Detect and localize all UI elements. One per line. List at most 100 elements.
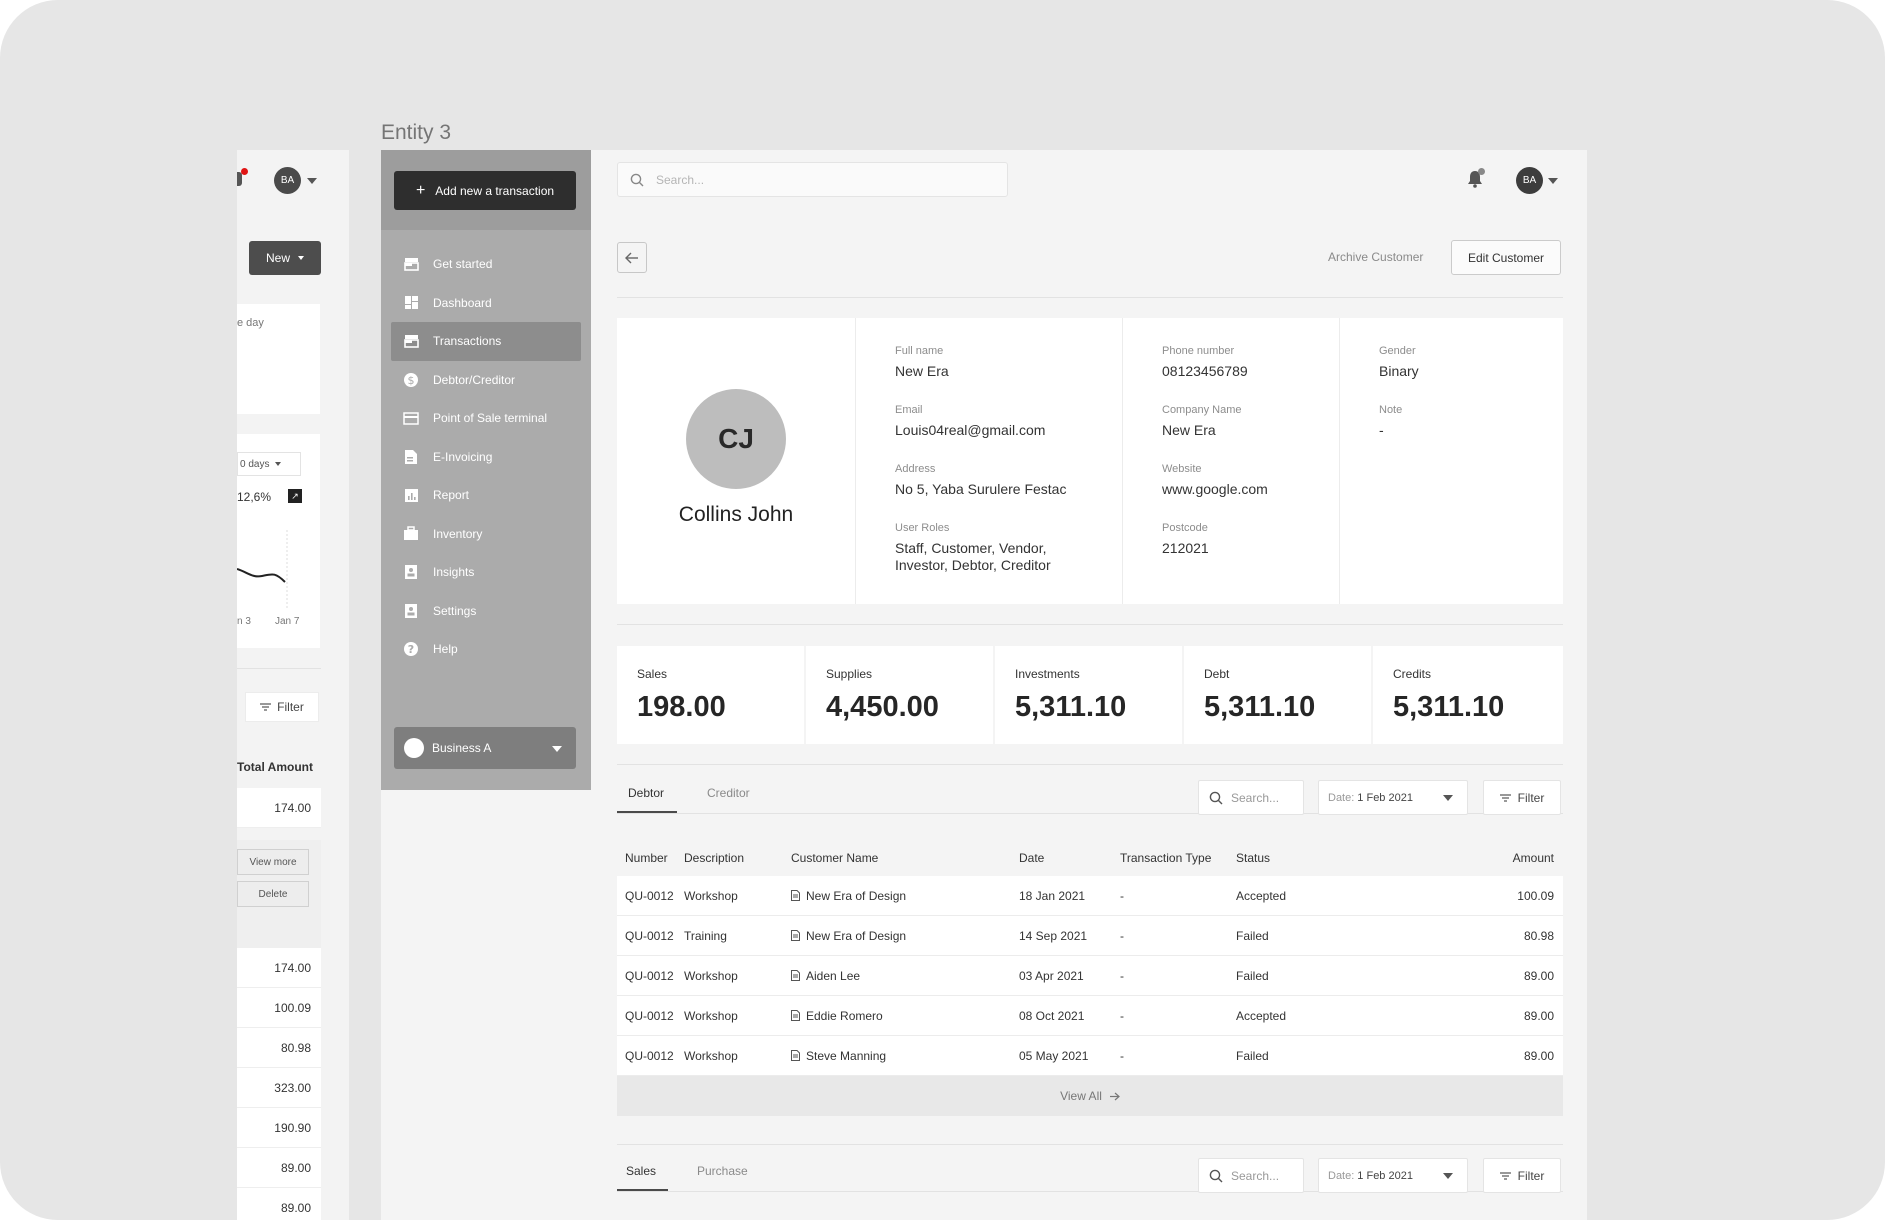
sidebar-item-dashboard[interactable]: Dashboard	[381, 284, 591, 323]
filter-button[interactable]: Filter	[1483, 1158, 1561, 1193]
sidebar-item-report[interactable]: Report	[381, 476, 591, 515]
search-input[interactable]	[656, 172, 956, 187]
table-row[interactable]: QU-0012 Workshop New Era of Design 18 Jan 2…	[617, 876, 1563, 916]
days-select[interactable]: 0 days	[237, 452, 301, 476]
business-name: Business A	[432, 741, 492, 755]
search-placeholder: Search...	[1231, 790, 1280, 805]
svg-text:$: $	[408, 374, 415, 387]
sidebar-item-inventory[interactable]: Inventory	[381, 515, 591, 554]
cell-status: Accepted	[1236, 889, 1287, 903]
sidebar-item-label: Transactions	[433, 334, 502, 349]
chart-card: 0 days ​12,6% ↗ n 3 Jan 7	[237, 434, 320, 648]
sidebar-item-insights[interactable]: Insights	[381, 553, 591, 592]
sidebar-item-help[interactable]: ? Help	[381, 630, 591, 669]
filter-button[interactable]: Filter	[245, 692, 319, 722]
avatar[interactable]: BA	[274, 167, 301, 194]
table-row[interactable]: QU-0012 Workshop Eddie Romero 08 Oct 2021 - A…	[617, 996, 1563, 1036]
table-row[interactable]: QU-0012 Training New Era of Design 14 Sep 2…	[617, 916, 1563, 956]
field-label: Website	[1162, 463, 1202, 475]
table-search[interactable]: Search...	[1198, 1158, 1304, 1193]
sidebar-item-e-invoicing[interactable]: E-Invoicing	[381, 438, 591, 477]
search-bar[interactable]	[617, 162, 1008, 197]
date-picker[interactable]: Date: 1 Feb 2021	[1318, 1158, 1468, 1193]
date-picker[interactable]: Date: 1 Feb 2021	[1318, 780, 1468, 815]
table-row-amount: 174.00	[237, 788, 321, 828]
stats-row: Sales 198.00 Supplies 4,450.00 Investmen…	[617, 646, 1563, 744]
website-field: Website www.google.com	[1162, 463, 1268, 498]
archive-customer-button[interactable]: Archive Customer	[1328, 250, 1423, 264]
cell-number: QU-0012	[625, 889, 674, 903]
sidebar-item-get-started[interactable]: Get started	[381, 245, 591, 284]
sparkline-path	[237, 568, 286, 583]
cell-number: QU-0012	[625, 969, 674, 983]
tab-purchase[interactable]: Purchase	[697, 1164, 748, 1178]
view-all-button[interactable]: View All	[617, 1076, 1563, 1116]
card-icon	[403, 410, 419, 426]
tick-label: n 3	[237, 616, 251, 627]
add-transaction-button[interactable]: + Add new a transaction	[394, 171, 576, 210]
filter-label: Filter	[1517, 790, 1545, 805]
table-row[interactable]: QU-0012 Workshop Aiden Lee 03 Apr 2021 - Fail…	[617, 956, 1563, 996]
table-row[interactable]: QU-0012 Workshop Steve Manning 05 May 2021 -…	[617, 1036, 1563, 1076]
arrow-right-icon	[1109, 1092, 1120, 1100]
customer-name-text: Aiden Lee	[806, 969, 861, 983]
customer-name-text: Eddie Romero	[806, 1009, 883, 1023]
table-row-amount: 80.98	[237, 1028, 321, 1068]
cell-amount: 89.00	[1523, 969, 1554, 983]
sidebar-nav: Get started Dashboard Transactions $ Debtor/…	[381, 245, 591, 669]
field-label: Email	[895, 404, 923, 416]
column-header-status: Status	[1236, 851, 1271, 865]
tab-creditor[interactable]: Creditor	[707, 786, 750, 800]
table-row-amount: 89.00	[237, 1188, 321, 1220]
table-body: QU-0012 Workshop New Era of Design 18 Jan 2…	[617, 876, 1563, 1076]
cell-transaction-type: -	[1120, 1049, 1124, 1063]
sidebar-item-label: Dashboard	[433, 295, 492, 310]
column-divider	[855, 318, 856, 604]
tab-debtor[interactable]: Debtor	[628, 786, 664, 800]
new-button[interactable]: New	[249, 241, 321, 275]
arrow-left-icon	[625, 252, 638, 263]
date-prefix: Date:	[1328, 1169, 1355, 1182]
sparkline	[237, 530, 288, 610]
cell-status: Failed	[1236, 969, 1269, 983]
sidebar-item-debtor-creditor[interactable]: $ Debtor/Creditor	[381, 361, 591, 400]
stat-card-sales: Sales 198.00	[617, 646, 804, 744]
filter-button[interactable]: Filter	[1483, 780, 1561, 815]
percent-change: ​12,6%	[237, 490, 271, 504]
back-button[interactable]	[617, 242, 647, 273]
cell-number: QU-0012	[625, 1049, 674, 1063]
document-icon	[791, 929, 806, 943]
cell-date: 03 Apr 2021	[1019, 969, 1084, 983]
field-label: Address	[895, 463, 936, 475]
sidebar-item-transactions[interactable]: Transactions	[391, 322, 581, 361]
search-placeholder: Search...	[1231, 1168, 1280, 1183]
edit-customer-button[interactable]: Edit Customer	[1451, 240, 1561, 275]
business-switcher[interactable]: Business A	[394, 727, 576, 769]
user-roles-field: User Roles Staff, Customer, Vendor, Inve…	[895, 522, 1085, 574]
business-logo	[404, 738, 424, 758]
tab-sales[interactable]: Sales	[626, 1164, 656, 1178]
field-label: User Roles	[895, 522, 950, 534]
field-value: No 5, Yaba Surulere Festac	[895, 481, 1067, 497]
field-label: Postcode	[1162, 522, 1208, 534]
delete-button[interactable]: Delete	[237, 881, 309, 907]
sidebar-item-point-of-sale-terminal[interactable]: Point of Sale terminal	[381, 399, 591, 438]
filter-label: Filter	[1517, 1168, 1545, 1183]
field-value: New Era	[1162, 422, 1216, 438]
customer-name-text: New Era of Design	[806, 889, 907, 903]
avatar[interactable]: BA	[1516, 167, 1543, 194]
chevron-down-icon	[298, 256, 304, 260]
field-value: 212021	[1162, 540, 1209, 556]
cell-description: Workshop	[684, 1009, 738, 1023]
gender-field: Gender Binary	[1379, 345, 1419, 380]
stat-card-investments: Investments 5,311.10	[995, 646, 1182, 744]
stat-value: 4,450.00	[826, 691, 939, 723]
table-search[interactable]: Search...	[1198, 780, 1304, 815]
sidebar-item-settings[interactable]: Settings	[381, 592, 591, 631]
left-partial-frame: BA New e day 0 days ​12,6% ↗ n 3 Jan	[237, 150, 349, 1220]
field-value: Louis04real@gmail.com	[895, 422, 1046, 438]
view-more-button[interactable]: View more	[237, 849, 309, 875]
chevron-down-icon[interactable]	[1548, 178, 1558, 184]
chevron-down-icon[interactable]	[307, 178, 317, 184]
cell-number: QU-0012	[625, 929, 674, 943]
